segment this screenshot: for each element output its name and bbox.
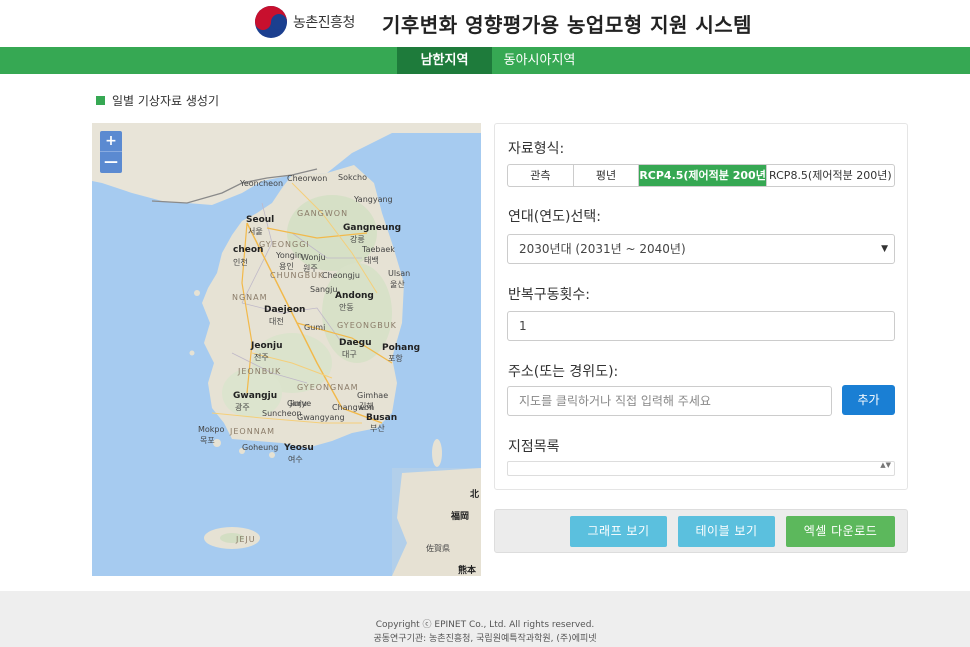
map-label: 여수 <box>288 455 303 464</box>
repeat-value: 1 <box>519 319 527 333</box>
map-label: Daegu <box>339 338 372 348</box>
site-title: 기후변화 영향평가용 농업모형 지원 시스템 <box>382 13 753 37</box>
map-label: 熊本 <box>458 566 477 576</box>
map-label: 北 <box>470 490 480 500</box>
map-label: JEONNAM <box>230 427 276 436</box>
data-type-normal[interactable]: 평년 <box>574 165 640 186</box>
address-placeholder: 지도를 클릭하거나 직접 입력해 주세요 <box>519 394 711 408</box>
map-label: 전주 <box>254 353 269 362</box>
excel-download-button[interactable]: 엑셀 다운로드 <box>786 516 895 547</box>
location-list[interactable]: ▲▼ <box>507 461 895 476</box>
partners-text: 공동연구기관: 농촌진흥청, 국립원예특작과학원, (주)에피넷 <box>373 634 597 644</box>
map-zoom-control: + — <box>100 131 122 173</box>
list-scroll-icon[interactable]: ▲▼ <box>880 462 891 469</box>
copyright-text: Copyright ⓒ EPINET Co., Ltd. All rights … <box>375 620 595 630</box>
map-label: Gurye <box>287 399 312 408</box>
decade-select[interactable]: 2030년대 (2031년 ~ 2040년) ▼ <box>507 234 895 264</box>
map-label: GYEONGGI <box>259 240 310 249</box>
data-type-label: 자료형식: <box>508 141 565 157</box>
data-type-observed[interactable]: 관측 <box>508 165 574 186</box>
map-label: Sokcho <box>338 173 367 182</box>
map-label: Daejeon <box>264 305 306 315</box>
section-title: 일별 기상자료 생성기 <box>112 94 219 108</box>
rda-logo[interactable]: 농촌진흥청 <box>255 5 355 39</box>
map-label: 안동 <box>339 303 354 312</box>
map-label: 울산 <box>390 280 405 289</box>
map-label: Wonju <box>301 253 326 262</box>
map-label: 광주 <box>235 403 250 412</box>
map-label: 인천 <box>233 258 248 267</box>
map-label: GYEONGNAM <box>297 383 359 392</box>
map-label: Gwangyang <box>297 413 345 422</box>
map-canvas[interactable] <box>92 123 481 576</box>
location-list-label: 지점목록 <box>508 439 560 455</box>
map-label: Gwangju <box>233 391 278 401</box>
korea-map[interactable]: + — Yeoncheon Cheorwon Sokcho Yangyang G… <box>92 123 481 576</box>
map-label: Seoul <box>246 215 275 225</box>
map-label: JEONBUK <box>238 367 282 376</box>
decade-label: 연대(연도)선택: <box>508 209 601 225</box>
dropdown-arrow-icon: ▼ <box>881 244 888 254</box>
map-label: Suncheon <box>262 409 302 418</box>
repeat-label: 반복구동횟수: <box>508 287 590 303</box>
logo-text: 농촌진흥청 <box>293 15 355 31</box>
map-label: Changwon <box>332 403 375 412</box>
map-label: Mokpo <box>198 425 225 434</box>
map-label: Taebaek <box>362 245 395 254</box>
view-table-button[interactable]: 테이블 보기 <box>678 516 775 547</box>
map-label: 福岡 <box>451 512 470 522</box>
section-heading: 일별 기상자료 생성기 <box>96 92 219 109</box>
map-label: Busan <box>366 413 398 423</box>
header: 농촌진흥청 기후변화 영향평가용 농업모형 지원 시스템 <box>0 0 970 47</box>
map-label: Pohang <box>382 343 421 353</box>
map-label: Yongin <box>276 251 303 260</box>
footer: Copyright ⓒ EPINET Co., Ltd. All rights … <box>0 591 970 647</box>
address-input[interactable]: 지도를 클릭하거나 직접 입력해 주세요 <box>507 386 832 416</box>
map-label: 태백 <box>364 256 379 265</box>
map-label: Jeonju <box>251 341 283 351</box>
add-location-button[interactable]: 추가 <box>842 385 895 415</box>
map-label: Ulsan <box>388 269 411 278</box>
tab-east-asia[interactable]: 동아시아지역 <box>492 47 587 74</box>
map-label: 목포 <box>200 436 215 445</box>
map-label: Yangyang <box>354 195 393 204</box>
action-bar: 그래프 보기 테이블 보기 엑셀 다운로드 <box>494 509 908 553</box>
map-label: Yeoncheon <box>240 179 284 188</box>
tab-south-korea[interactable]: 남한지역 <box>397 47 492 74</box>
map-label: GANGWON <box>297 209 349 218</box>
view-graph-button[interactable]: 그래프 보기 <box>570 516 667 547</box>
zoom-out-button[interactable]: — <box>100 152 122 173</box>
data-type-selector: 관측 평년 RCP4.5(제어적분 200년) RCP8.5(제어적분 200년… <box>507 164 895 187</box>
address-label: 주소(또는 경위도): <box>508 364 619 380</box>
settings-panel: 자료형식: 관측 평년 RCP4.5(제어적분 200년) RCP8.5(제어적… <box>494 123 908 490</box>
map-label: Cheorwon <box>287 174 328 183</box>
map-label: 강릉 <box>350 235 365 244</box>
map-label: Gimhae <box>357 391 389 400</box>
map-label: JEJU <box>236 535 256 544</box>
data-type-rcp85[interactable]: RCP8.5(제어적분 200년) <box>767 165 894 186</box>
map-label: 대전 <box>269 317 284 326</box>
decade-value: 2030년대 (2031년 ~ 2040년) <box>519 242 686 256</box>
map-label: Cheongju <box>322 271 360 280</box>
map-label: Gangneung <box>343 223 402 233</box>
map-label: 포항 <box>388 354 403 363</box>
zoom-in-button[interactable]: + <box>100 131 122 152</box>
data-type-rcp45[interactable]: RCP4.5(제어적분 200년) <box>639 165 767 186</box>
map-label: CHUNGBUK <box>270 271 325 280</box>
green-square-icon <box>96 96 105 105</box>
map-label: Goheung <box>242 443 279 452</box>
repeat-input[interactable]: 1 <box>507 311 895 341</box>
map-label: Gumi <box>304 323 326 332</box>
region-nav: 남한지역 동아시아지역 <box>0 47 970 74</box>
map-label: 대구 <box>342 350 357 359</box>
map-label: Yeosu <box>284 443 314 453</box>
map-label: 서울 <box>248 227 263 236</box>
map-label: Andong <box>335 291 374 301</box>
map-label: Sangju <box>310 285 338 294</box>
map-label: 佐賀県 <box>426 544 450 553</box>
map-label: GYEONGBUK <box>337 321 397 330</box>
map-label: NGNAM <box>232 293 268 302</box>
taegeuk-logo-icon <box>255 6 287 38</box>
map-label: 부산 <box>370 424 385 433</box>
